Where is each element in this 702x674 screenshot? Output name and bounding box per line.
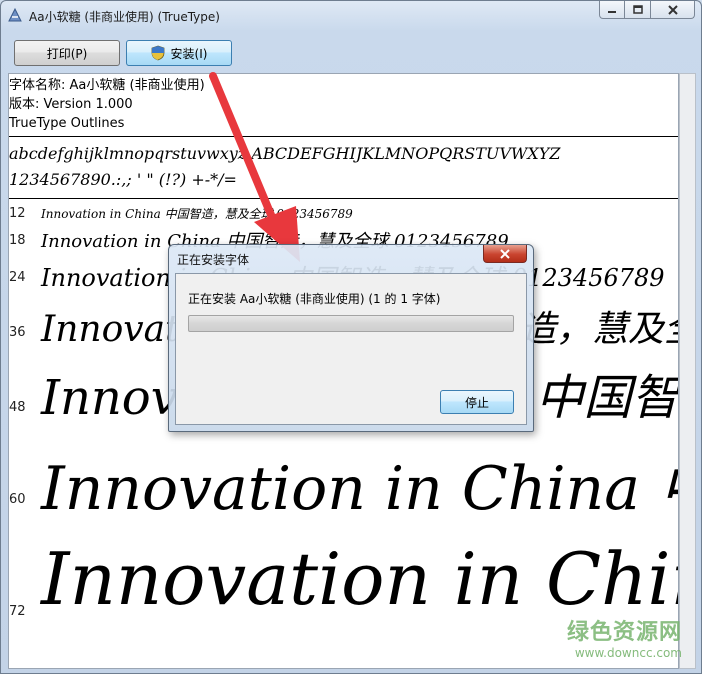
divider: [9, 198, 678, 199]
title-bar[interactable]: Aa小软糖 (非商业使用) (TrueType): [1, 1, 701, 31]
toolbar: 打印(P) 安装(I): [9, 37, 693, 71]
sample-size: 36: [9, 325, 26, 340]
sample-size: 18: [9, 233, 26, 248]
minimize-icon: [608, 10, 616, 13]
dialog-close-button[interactable]: [483, 245, 527, 263]
charset-letters: abcdefghijklmnopqrstuvwxyz ABCDEFGHIJKLM…: [9, 144, 561, 163]
sample-text: Innovation in China: [41, 537, 678, 621]
stop-button-label: 停止: [464, 395, 489, 410]
sample-text: Innovation in China 中国智造，慧及全球 0123456789: [41, 207, 353, 221]
maximize-button[interactable]: [625, 1, 651, 19]
watermark-url: www.downcc.com: [574, 646, 682, 660]
divider: [9, 136, 678, 137]
charset-digits: 1234567890.:,; ' " (!?) +-*/=: [9, 170, 237, 189]
font-a-icon: [8, 7, 22, 22]
dialog-body: 正在安装 Aa小软糖 (非商业使用) (1 的 1 字体) 停止: [175, 273, 527, 425]
stop-button[interactable]: 停止: [440, 390, 514, 414]
sample-text: Innovation in China 中: [41, 454, 679, 524]
sample-size: 60: [9, 492, 26, 507]
sample-size: 48: [9, 400, 26, 415]
dialog-title: 正在安装字体: [177, 253, 250, 267]
install-button-label: 安装(I): [170, 46, 208, 61]
uac-shield-icon: [151, 45, 164, 61]
maximize-icon: [632, 5, 643, 14]
watermark: 绿色资源网 www.downcc.com: [567, 614, 682, 660]
vertical-scrollbar[interactable]: [679, 73, 696, 669]
font-info: 字体名称: Aa小软糖 (非商业使用) 版本: Version 1.000 Tr…: [9, 76, 205, 133]
minimize-button[interactable]: [599, 1, 625, 19]
sample-size: 12: [9, 206, 26, 221]
print-button-label: 打印(P): [46, 46, 88, 61]
font-name-line: 字体名称: Aa小软糖 (非商业使用): [9, 78, 205, 93]
print-button[interactable]: 打印(P): [14, 40, 120, 66]
font-outline-line: TrueType Outlines: [9, 116, 125, 131]
font-version-line: 版本: Version 1.000: [9, 97, 133, 112]
window-controls: [599, 1, 695, 21]
install-progress-bar: [188, 315, 514, 332]
close-icon: [500, 248, 510, 259]
window-title: Aa小软糖 (非商业使用) (TrueType): [29, 10, 220, 24]
sample-size: 24: [9, 270, 26, 285]
installing-font-dialog: 正在安装字体 正在安装 Aa小软糖 (非商业使用) (1 的 1 字体) 停止: [168, 244, 534, 432]
close-button[interactable]: [651, 1, 695, 19]
install-progress-message: 正在安装 Aa小软糖 (非商业使用) (1 的 1 字体): [188, 292, 441, 306]
sample-size: 72: [9, 604, 26, 619]
install-button[interactable]: 安装(I): [126, 40, 232, 66]
close-icon: [667, 4, 678, 15]
watermark-name: 绿色资源网: [566, 620, 682, 645]
